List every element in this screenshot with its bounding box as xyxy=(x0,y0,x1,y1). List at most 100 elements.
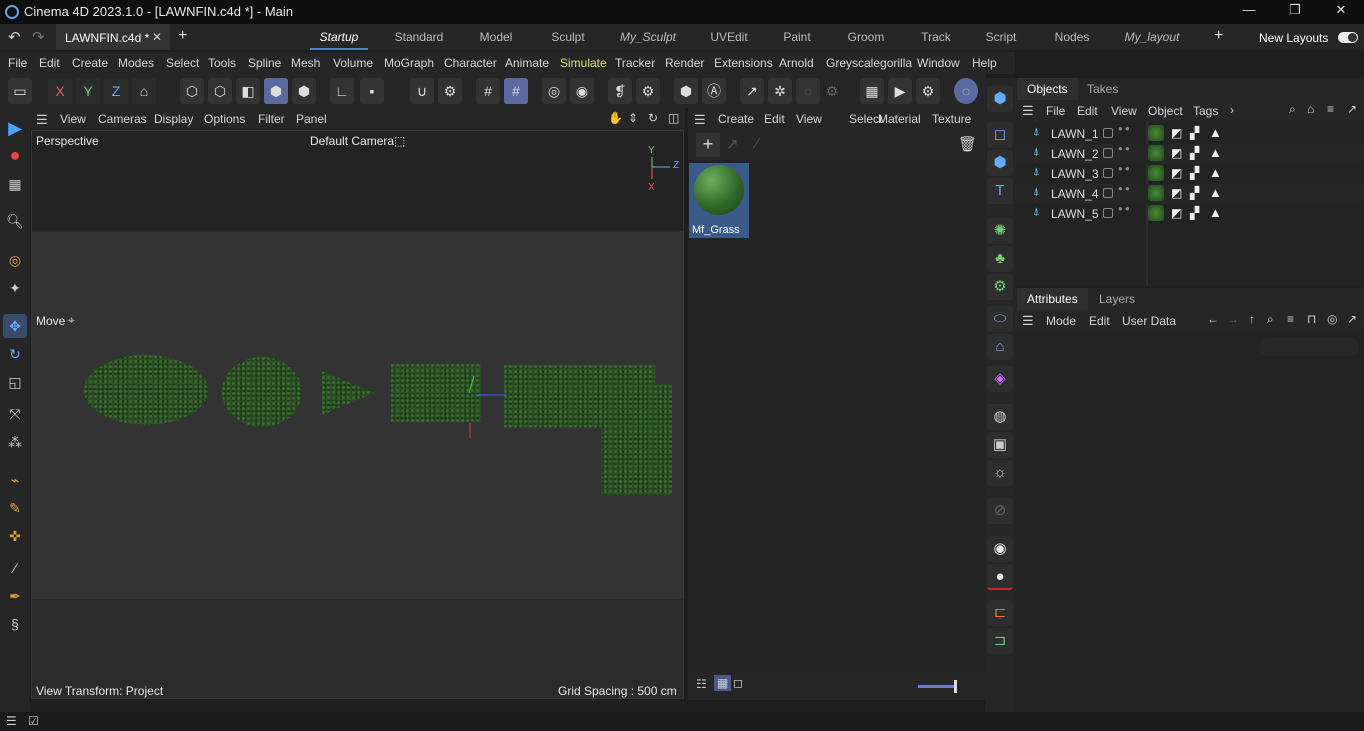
new-document-button[interactable]: + xyxy=(178,27,187,45)
dot-tag-icon[interactable]: ● xyxy=(987,564,1013,590)
attributes-hamburger-icon[interactable]: ☰ xyxy=(1022,313,1034,329)
grid-view-icon[interactable]: ▦ xyxy=(714,675,732,691)
attributes-filter-icon[interactable]: ≡ xyxy=(1287,312,1294,326)
new-layouts-toggle[interactable] xyxy=(1338,32,1358,43)
material-hamburger-icon[interactable]: ☰ xyxy=(694,112,706,128)
pen-tool-icon[interactable]: ✒ xyxy=(3,584,27,608)
object-row[interactable]: ⍋ LAWN_5 ● ● ◩ ▞ ▲ xyxy=(1015,204,1364,224)
generator-icon[interactable]: ✺ xyxy=(987,218,1013,244)
viewport-menu-display[interactable]: Display xyxy=(154,112,193,126)
tab-my-layout[interactable]: My_layout xyxy=(1116,24,1188,50)
solo-off-icon[interactable]: ◌ xyxy=(796,78,820,104)
brush-tool-icon[interactable]: ⁄ xyxy=(3,556,27,580)
render-settings-icon[interactable]: ⚙ xyxy=(916,78,940,104)
visibility-dots-icon[interactable]: ● ● xyxy=(1118,145,1130,153)
spline-tool-icon[interactable]: § xyxy=(3,612,27,636)
dolly-icon[interactable]: ⇕ xyxy=(628,111,638,125)
material-thumbnail[interactable]: Mf_Grass xyxy=(689,163,749,238)
deformer-icon[interactable]: ⬭ xyxy=(987,306,1013,332)
material-tag-icon[interactable] xyxy=(1148,145,1164,161)
move-gizmo[interactable] xyxy=(462,371,522,441)
viewport-menu-panel[interactable]: Panel xyxy=(296,112,327,126)
objects-new-window-icon[interactable]: ↗ xyxy=(1347,102,1357,116)
edit-tag-icon[interactable] xyxy=(1103,168,1113,178)
coordinate-system-icon[interactable]: ⌂ xyxy=(132,78,156,104)
bevel-tool-icon[interactable]: ✜ xyxy=(3,524,27,548)
symmetry-settings-icon[interactable]: ⚙ xyxy=(636,78,660,104)
grid-snap-icon[interactable]: # xyxy=(476,78,500,104)
tab-uvedit[interactable]: UVEdit xyxy=(702,24,756,50)
texture-mode-icon[interactable]: ▪ xyxy=(360,78,384,104)
document-close-icon[interactable]: ✕ xyxy=(152,30,162,44)
tab-paint[interactable]: Paint xyxy=(772,24,822,50)
menu-simulate[interactable]: Simulate xyxy=(560,56,607,70)
pan-icon[interactable]: ✋ xyxy=(608,111,623,125)
target-icon[interactable]: ◎ xyxy=(1327,312,1337,326)
object-mode-icon[interactable]: ⬢ xyxy=(292,78,316,104)
objects-more-icon[interactable]: › xyxy=(1230,103,1234,117)
material-menu-create[interactable]: Create xyxy=(718,112,754,126)
object-name[interactable]: LAWN_5 xyxy=(1051,207,1099,221)
viewport-solo-icon[interactable]: ↗ xyxy=(740,78,764,104)
object-row[interactable]: ⍋ LAWN_2 ● ● ◩ ▞ ▲ xyxy=(1015,144,1364,164)
material-tag-icon[interactable] xyxy=(1148,125,1164,141)
effector-icon[interactable]: ⚙ xyxy=(987,274,1013,300)
tab-model[interactable]: Model xyxy=(470,24,522,50)
menu-modes[interactable]: Modes xyxy=(118,56,154,70)
symmetry-icon[interactable]: ❡ xyxy=(608,78,632,104)
move-tool-icon[interactable]: ✥ xyxy=(3,314,27,338)
tab-startup[interactable]: Startup xyxy=(310,24,368,50)
link-icon[interactable]: ↗ xyxy=(726,135,739,153)
menu-mograph[interactable]: MoGraph xyxy=(384,56,434,70)
redo-icon[interactable]: ↷ xyxy=(32,28,45,46)
phong-tag-icon[interactable]: ▲ xyxy=(1209,145,1222,160)
object-row[interactable]: ⍋ LAWN_3 ● ● ◩ ▞ ▲ xyxy=(1015,164,1364,184)
text-object-icon[interactable]: T xyxy=(987,178,1013,204)
null-object-icon[interactable]: ⬢ xyxy=(674,78,698,104)
phong-tag-icon[interactable]: ▲ xyxy=(1209,165,1222,180)
object-row[interactable]: ⍋ LAWN_4 ● ● ◩ ▞ ▲ xyxy=(1015,184,1364,204)
attributes-new-window-icon[interactable]: ↗ xyxy=(1347,312,1357,326)
camera-link-icon[interactable]: ⬚ xyxy=(394,134,405,148)
snap-magnet-icon[interactable]: ∪ xyxy=(410,78,434,104)
forward-arrow-icon[interactable]: → xyxy=(1227,312,1239,326)
material-menu-edit[interactable]: Edit xyxy=(764,112,785,126)
extrude-tool-icon[interactable]: ✎ xyxy=(3,496,27,520)
checker-tag-icon[interactable]: ▞ xyxy=(1190,166,1199,180)
up-arrow-icon[interactable]: ↑ xyxy=(1249,312,1255,326)
field-icon[interactable]: ⌂ xyxy=(987,334,1013,360)
objects-hamburger-icon[interactable]: ☰ xyxy=(1022,103,1034,119)
disabled-tool-icon[interactable]: ⊘ xyxy=(987,498,1013,524)
add-layout-button[interactable]: + xyxy=(1214,27,1223,45)
solo-settings-icon[interactable]: ⚙ xyxy=(820,78,844,104)
undo-icon[interactable]: ↶ xyxy=(8,28,21,46)
material-menu-view[interactable]: View xyxy=(796,112,822,126)
edit-tag-icon[interactable] xyxy=(1103,188,1113,198)
cloner-icon[interactable]: ♣ xyxy=(987,246,1013,272)
tab-track[interactable]: Track xyxy=(908,24,964,50)
placement-tool-icon[interactable]: ⁂ xyxy=(3,430,27,454)
objects-home-icon[interactable]: ⌂ xyxy=(1307,102,1314,116)
tab-objects[interactable]: Objects xyxy=(1017,78,1078,100)
minimize-button[interactable]: — xyxy=(1234,2,1264,22)
menu-volume[interactable]: Volume xyxy=(333,56,373,70)
camera-icon[interactable]: ▣ xyxy=(987,432,1013,458)
camera-label[interactable]: Default Camera xyxy=(310,134,394,148)
hamburger-menu-icon[interactable]: ☰ xyxy=(36,112,48,128)
menu-tools[interactable]: Tools xyxy=(208,56,236,70)
checker-tag-icon[interactable]: ▞ xyxy=(1190,186,1199,200)
record-icon[interactable]: ● xyxy=(3,143,27,167)
eyedropper-icon[interactable]: ⁄ xyxy=(756,135,759,152)
rotate-tool-icon[interactable]: ↻ xyxy=(3,342,27,366)
large-view-icon[interactable]: ◻ xyxy=(733,676,743,690)
tab-sculpt[interactable]: Sculpt xyxy=(542,24,594,50)
plugin-tag-icon[interactable]: ⊐ xyxy=(987,628,1013,654)
tab-layers[interactable]: Layers xyxy=(1089,288,1145,310)
menu-create[interactable]: Create xyxy=(72,56,108,70)
menu-window[interactable]: Window xyxy=(917,56,960,70)
polygons-mode-icon[interactable]: ◧ xyxy=(236,78,260,104)
menu-select[interactable]: Select xyxy=(166,56,199,70)
menu-animate[interactable]: Animate xyxy=(505,56,549,70)
live-selection-icon[interactable]: ◉ xyxy=(570,78,594,104)
phong-tag-icon[interactable]: ▲ xyxy=(1209,185,1222,200)
